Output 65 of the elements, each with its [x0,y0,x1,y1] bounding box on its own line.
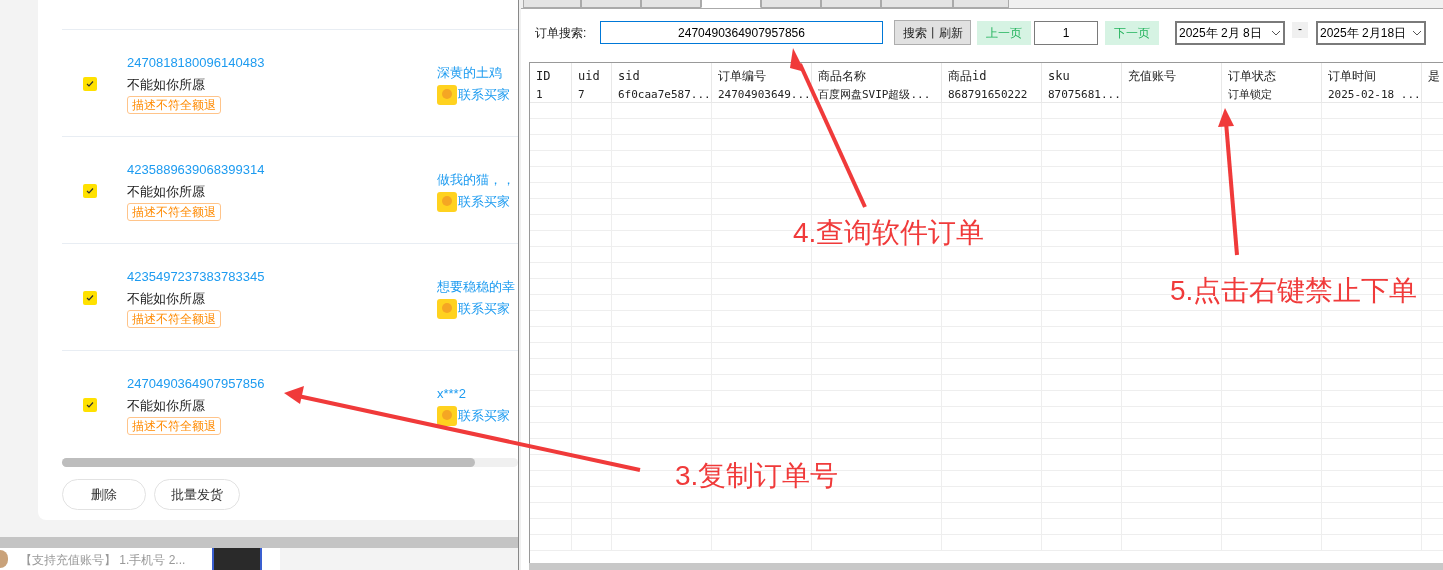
product-thumbnail [212,548,262,570]
buyer-avatar-icon [437,406,457,426]
column-header[interactable]: 商品名称 [812,63,942,87]
caret-icon [1271,30,1281,36]
search-refresh-button[interactable]: 搜索丨刷新 [894,20,971,45]
table-cell: 2025-02-18 ... [1322,87,1422,102]
tab[interactable] [761,0,821,8]
annotation-label: 4.查询软件订单 [793,216,985,250]
buyer-avatar-icon [437,85,457,105]
table-cell: 24704903649... [712,87,812,102]
refund-tag: 描述不符全额退 [127,417,221,435]
checkmark-icon [86,187,94,195]
refund-tag: 描述不符全额退 [127,310,221,328]
avatar-placeholder [0,550,8,568]
tab[interactable] [523,0,581,8]
column-header[interactable]: 订单状态 [1222,63,1322,87]
column-header[interactable]: 商品id [942,63,1042,87]
buyer-avatar-icon [437,299,457,319]
annotation-label: 3.复制订单号 [675,459,839,493]
tab[interactable] [953,0,1009,8]
action-button[interactable]: 批量发货 [154,479,240,510]
horizontal-scrollbar[interactable] [529,563,1443,570]
refund-tag: 描述不符全额退 [127,96,221,114]
checkmark-icon [86,401,94,409]
tab[interactable] [641,0,701,8]
column-header[interactable]: sid [612,63,712,87]
search-field[interactable]: 2470490364907957856 [600,21,883,44]
table-cell: 1 [530,87,572,102]
checkbox[interactable] [83,398,97,412]
date-picker[interactable]: 2025年 2月18日 [1316,21,1426,45]
tab[interactable] [881,0,953,8]
date-picker[interactable]: 2025年 2月 8日 [1175,21,1285,45]
table-cell: 百度网盘SVIP超级... [812,87,942,102]
refund-tag: 描述不符全额退 [127,203,221,221]
checkbox[interactable] [83,291,97,305]
checkmark-icon [86,80,94,88]
column-header[interactable]: ID [530,63,572,87]
checkmark-icon [86,294,94,302]
column-header[interactable]: 是 [1422,63,1443,87]
annotation-label: 5.点击右键禁止下单 [1170,274,1418,308]
date-separator: - [1292,22,1308,38]
column-header[interactable]: 充值账号 [1122,63,1222,87]
listing-title: 【支持充值账号】 1.手机号 2... [20,552,186,569]
table-cell: 7 [572,87,612,102]
column-header[interactable]: 订单时间 [1322,63,1422,87]
refund-reason: 不能如你所愿 [127,183,205,201]
column-header[interactable]: sku [1042,63,1122,87]
search-label: 订单搜索: [535,25,587,42]
buyer-avatar-icon [437,192,457,212]
page-field[interactable]: 1 [1034,21,1098,45]
tab[interactable] [701,0,761,8]
table-cell: 订单锁定 [1222,87,1322,102]
checkbox[interactable] [83,77,97,91]
table-cell: 6f0caa7e587... [612,87,712,102]
refund-reason: 不能如你所愿 [127,290,205,308]
refund-reason: 不能如你所愿 [127,397,205,415]
caret-icon [1412,30,1422,36]
table-cell: 868791650222 [942,87,1042,102]
action-button[interactable]: 删除 [62,479,146,510]
refund-reason: 不能如你所愿 [127,76,205,94]
checkbox[interactable] [83,184,97,198]
table-cell: 87075681... [1042,87,1122,102]
tab[interactable] [821,0,881,8]
column-header[interactable]: uid [572,63,612,87]
tab[interactable] [581,0,641,8]
